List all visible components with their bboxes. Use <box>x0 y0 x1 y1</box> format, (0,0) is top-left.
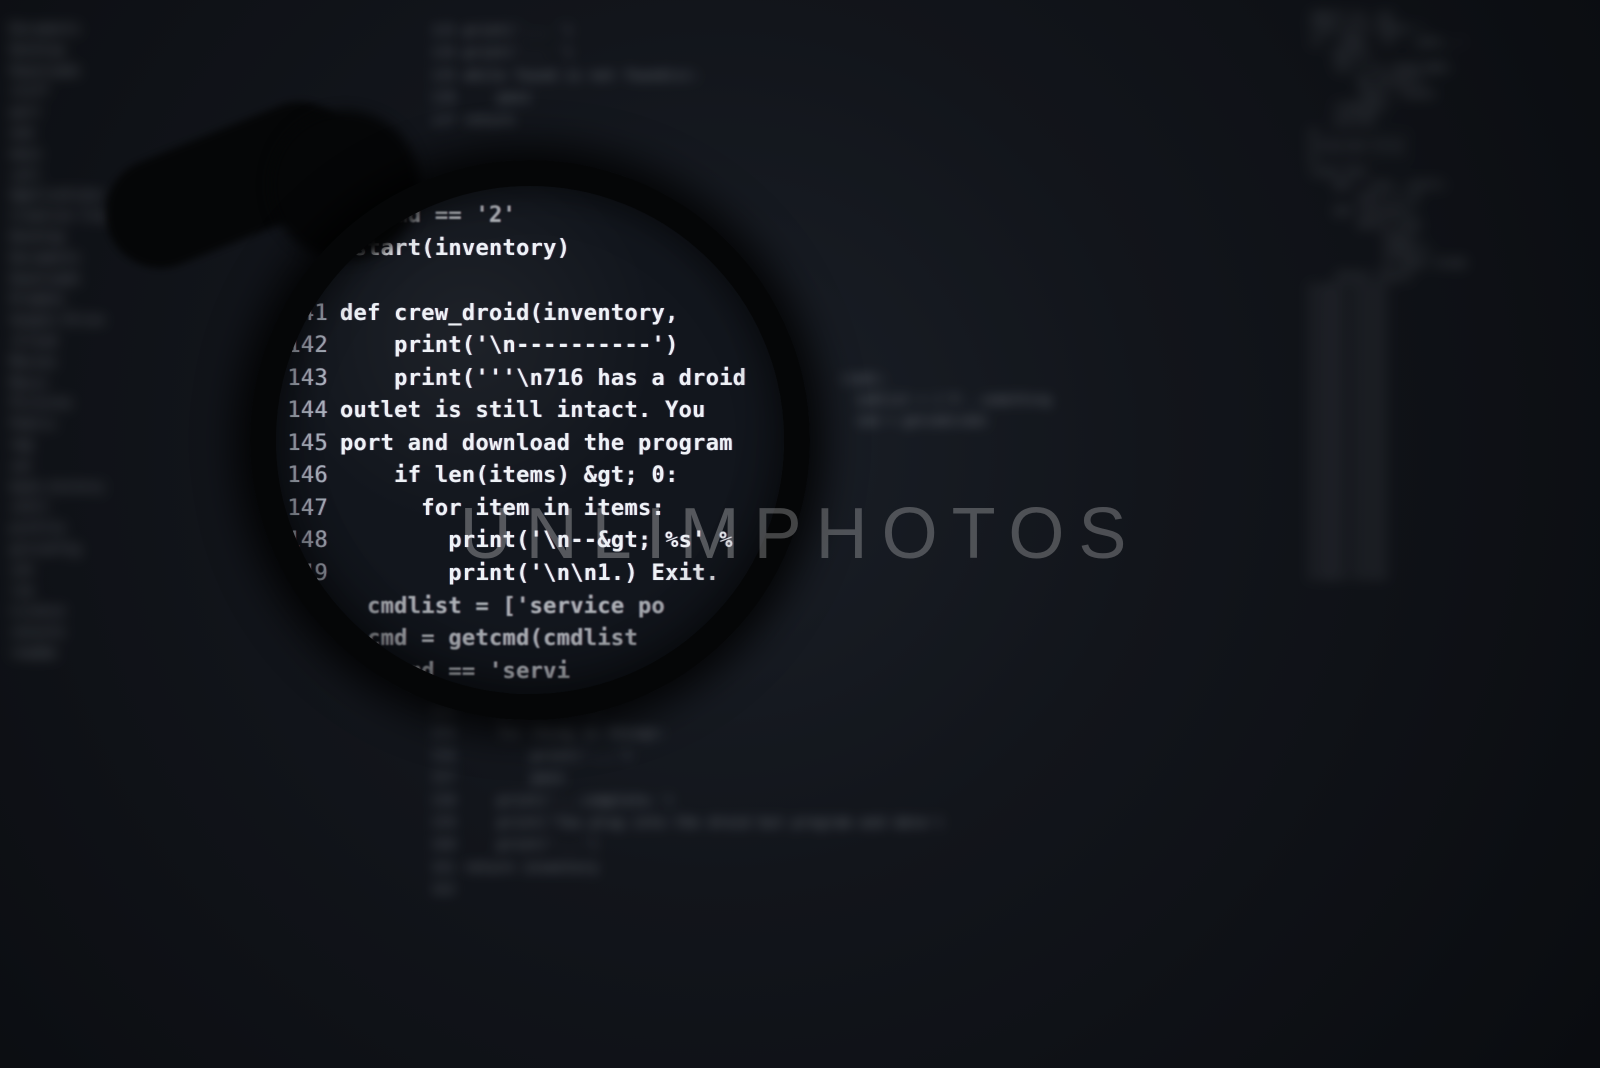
line-number: 144 <box>276 395 328 428</box>
line-number: 143 <box>276 363 328 396</box>
line-text: print('\n----------') <box>340 333 679 358</box>
line-number: 148 <box>276 525 328 558</box>
line-text: def crew_droid(inventory, <box>340 301 679 326</box>
blurred-code-midright: (cmd): cmdlist = ['3', something cmd = g… <box>840 370 1140 432</box>
blurred-code-top: print('... ') print('... ') while found … <box>430 20 950 132</box>
line-number: 146 <box>276 460 328 493</box>
code-line: 147 for item in items: <box>276 493 784 526</box>
code-line: 148 print('\n--&gt; %s' % <box>276 525 784 558</box>
magnified-code-lines: cmd == '2' start(inventory)41def crew_dr… <box>276 200 784 688</box>
blurred-minimap: import os, sys from utils import * if __… <box>1310 10 1570 582</box>
code-line: 41 def crew_droid(inventory, <box>276 298 784 331</box>
code-line: 144 outlet is still intact. You <box>276 395 784 428</box>
line-text: print('''\n716 has a droid <box>340 366 746 391</box>
code-line: 149 print('\n\n1.) Exit. <box>276 558 784 591</box>
magnifying-glass: cmd == '2' start(inventory)41def crew_dr… <box>250 160 810 720</box>
blurred-sidebar: Documents Desktop Downloads stuff part a… <box>10 20 190 665</box>
line-number: 147 <box>276 493 328 526</box>
line-number: 142 <box>276 330 328 363</box>
line-text: cmd = getcmd(cmdlist <box>340 626 638 651</box>
code-line: 142 print('\n----------') <box>276 330 784 363</box>
code-line <box>276 265 784 298</box>
line-number: 145 <box>276 428 328 461</box>
line-text: for item in items: <box>340 496 665 521</box>
line-text: cmdlist = ['service po <box>340 594 665 619</box>
code-line: cmdlist = ['service po <box>276 591 784 624</box>
line-text: outlet is still intact. You <box>340 398 706 423</box>
line-text: print('\n\n1.) Exit. <box>340 561 719 586</box>
line-text: print('\n--&gt; %s' % <box>340 528 733 553</box>
code-line: 145 port and download the program <box>276 428 784 461</box>
line-text: port and download the program <box>340 431 733 456</box>
line-text: cmd == 'servi <box>340 659 570 684</box>
magnified-code-viewport: cmd == '2' start(inventory)41def crew_dr… <box>276 186 784 694</box>
magnifier-handle-joint-icon <box>270 110 420 260</box>
blurred-code-bottom: print('...') for thing in things: print(… <box>430 700 1050 879</box>
code-line: 146 if len(items) &gt; 0: <box>276 460 784 493</box>
line-number: 41 <box>276 298 328 331</box>
code-line: cmd == 'servi <box>276 656 784 689</box>
code-line: cmd = getcmd(cmdlist <box>276 623 784 656</box>
code-line: 143 print('''\n716 has a droid <box>276 363 784 396</box>
watermark-suffix: PHOTOS <box>754 494 1141 574</box>
line-text: if len(items) &gt; 0: <box>340 463 679 488</box>
stock-photo-frame: Documents Desktop Downloads stuff part a… <box>0 0 1600 1068</box>
line-number: 149 <box>276 558 328 591</box>
